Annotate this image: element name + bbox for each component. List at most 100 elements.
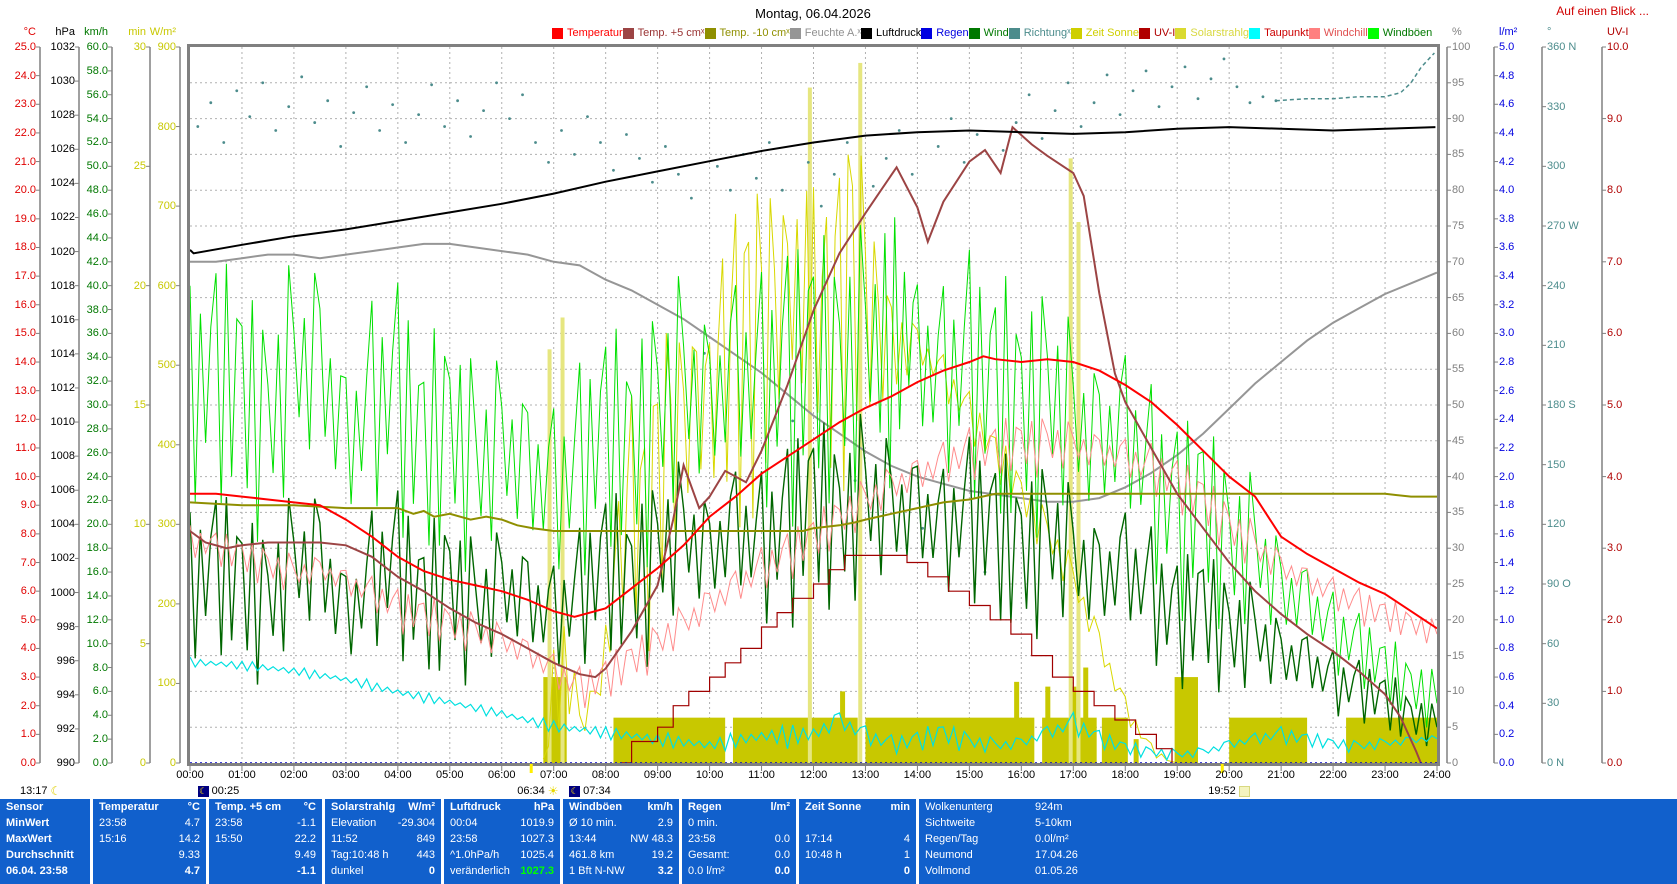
- time-tick-label: 10:00: [688, 769, 732, 781]
- table-row: 23:58 -1.1: [209, 815, 322, 831]
- table-row: 10:48 h1: [799, 847, 916, 863]
- axis-tick-label: 4.0: [1499, 185, 1514, 196]
- cell-label: 23:58: [215, 815, 243, 831]
- time-tick-label: 07:00: [532, 769, 576, 781]
- axis-tick-label: 3.2: [1499, 300, 1514, 311]
- cell-label: MaxWert: [6, 831, 52, 847]
- time-tick-label: 22:00: [1311, 769, 1355, 781]
- cell-value: 849: [417, 831, 435, 847]
- cell-value: -1.1: [297, 815, 316, 831]
- axis-tick-label: 52.0: [0, 137, 108, 148]
- cell-value: 1027.3: [520, 831, 554, 847]
- cell-label: Temperatur: [99, 799, 159, 815]
- axis-tick-label: 30: [1547, 698, 1559, 709]
- cell-value: 22.2: [295, 831, 316, 847]
- time-tick-label: 21:00: [1259, 769, 1303, 781]
- cell-label: 23:58: [450, 831, 478, 847]
- axis-tick-label: 1.8: [1499, 500, 1514, 511]
- table-row: Sensor: [0, 799, 90, 815]
- axis-tick-label: 1.0: [1607, 686, 1622, 697]
- time-tick-label: 05:00: [428, 769, 472, 781]
- axis-tick-label: 32.0: [0, 376, 108, 387]
- axis-tick-label: 10: [1452, 686, 1464, 697]
- cell-label: 13:44: [569, 831, 597, 847]
- time-tick-label: 14:00: [895, 769, 939, 781]
- time-tick-label: 02:00: [272, 769, 316, 781]
- axis-tick-label: 95: [1452, 78, 1464, 89]
- table-row: 00:041019.9: [444, 815, 560, 831]
- cell-value: 0: [904, 863, 910, 879]
- axis-tick-label: 6.0: [1607, 328, 1622, 339]
- cell-value: -1.1: [297, 863, 316, 879]
- cell-label: 06.04. 23:58: [6, 863, 68, 879]
- table-row: 23:580.0: [682, 831, 796, 847]
- axis-tick-label: 600: [0, 281, 176, 292]
- axis-tick-label: 0.4: [1499, 701, 1514, 712]
- cell-label: veränderlich: [450, 863, 510, 879]
- axis-tick-label: 1030: [0, 76, 75, 87]
- moon-icon: ☾: [51, 786, 62, 797]
- axis-tick-label: 100: [1452, 42, 1470, 53]
- cell-label: 0 min.: [688, 815, 718, 831]
- cell-value: km/h: [647, 799, 673, 815]
- axis-tick-label: 1.2: [1499, 586, 1514, 597]
- astro-time: 19:52: [1208, 785, 1236, 797]
- axis-tick-label: 16.0: [0, 567, 108, 578]
- table-row: Sichtweite5-10km: [919, 815, 1677, 831]
- axis-tick-label: 15: [1452, 651, 1464, 662]
- axis-tick-label: 1.6: [1499, 529, 1514, 540]
- time-tick-label: 18:00: [1103, 769, 1147, 781]
- axis-title: l/m²: [1499, 27, 1517, 38]
- sunset-icon: [1239, 786, 1250, 797]
- axis-tick-label: 36.0: [0, 328, 108, 339]
- time-tick-label: 13:00: [843, 769, 887, 781]
- time-tick-label: 12:00: [792, 769, 836, 781]
- cell-label: Luftdruck: [450, 799, 501, 815]
- axis-tick-label: 200: [0, 599, 176, 610]
- axis-tick-label: 56.0: [0, 90, 108, 101]
- cell-value: 5-10km: [1035, 815, 1072, 831]
- cell-value: 14.2: [179, 831, 200, 847]
- cell-label: Vollmond: [925, 863, 1035, 879]
- table-row: ^1.0hPa/h1025.4: [444, 847, 560, 863]
- time-tick-label: 06:00: [480, 769, 524, 781]
- axis-tick-label: 60: [1452, 328, 1464, 339]
- table-row: Regen/Tag0.0l/m²: [919, 831, 1677, 847]
- axis-tick-label: 55: [1452, 364, 1464, 375]
- cell-label: 15:16: [99, 831, 127, 847]
- table-col-temp-5-cm: Temp. +5 cm°C23:58-1.115:5022.29.49-1.1: [209, 799, 322, 884]
- table-row: Tag:10:48 h443: [325, 847, 441, 863]
- axis-tick-label: 120: [1547, 519, 1565, 530]
- time-tick-label: 09:00: [636, 769, 680, 781]
- cell-label: Neumond: [925, 847, 1035, 863]
- cell-value: 443: [417, 847, 435, 863]
- axis-tick-label: 18.0: [0, 543, 108, 554]
- cell-label: 23:58: [99, 815, 127, 831]
- table-row: Durchschnitt: [0, 847, 90, 863]
- axis-tick-label: 25: [0, 161, 146, 172]
- table-row: 06.04. 23:58: [0, 863, 90, 879]
- table-row: veränderlich1027.3: [444, 863, 560, 879]
- cell-value: l/m²: [770, 799, 790, 815]
- cell-label: Wolkenunterg: [925, 799, 1035, 815]
- table-row: 4.7: [93, 863, 206, 879]
- axis-tick-label: 3.4: [1499, 271, 1514, 282]
- axis-tick-label: 85: [1452, 149, 1464, 160]
- table-col-sensor: SensorMinWertMaxWertDurchschnitt06.04. 2…: [0, 799, 90, 884]
- table-row: 1 Bft N-NW3.2: [563, 863, 679, 879]
- axis-tick-label: 3.8: [1499, 214, 1514, 225]
- table-col-windb-en: Windböenkm/hØ 10 min.2.913:44NW 48.3461.…: [563, 799, 679, 884]
- cell-value: 1: [904, 847, 910, 863]
- axis-tick-label: 1002: [0, 553, 75, 564]
- table-row: Neumond17.04.26: [919, 847, 1677, 863]
- cell-value: 0.0: [775, 863, 790, 879]
- time-tick-label: 23:00: [1363, 769, 1407, 781]
- cell-value: 0: [429, 863, 435, 879]
- cell-value: W/m²: [408, 799, 435, 815]
- axis-tick-label: 0.0: [1499, 758, 1514, 769]
- axis-tick-label: 25: [1452, 579, 1464, 590]
- table-row: Temp. +5 cm°C: [209, 799, 322, 815]
- axis-tick-label: 150: [1547, 460, 1565, 471]
- table-row: LuftdruckhPa: [444, 799, 560, 815]
- axis-tick-label: 2.0: [1499, 472, 1514, 483]
